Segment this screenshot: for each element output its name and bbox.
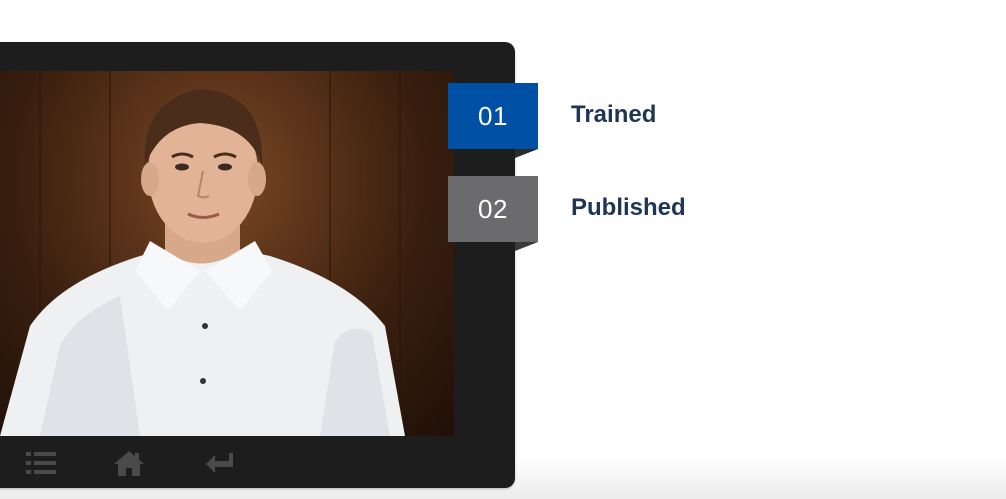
- presenter-video[interactable]: [0, 71, 454, 436]
- tablet-frame: [0, 42, 515, 488]
- step-01-badge[interactable]: 01: [448, 83, 538, 158]
- home-icon[interactable]: [112, 449, 146, 477]
- step-01-number: 01: [448, 83, 538, 149]
- step-02-badge[interactable]: 02: [448, 176, 538, 251]
- menu-list-icon[interactable]: [24, 449, 58, 477]
- return-icon[interactable]: [203, 449, 237, 477]
- step-02-fold: [515, 242, 538, 251]
- step-02-label[interactable]: Published: [571, 194, 686, 222]
- step-01-label[interactable]: Trained: [571, 101, 656, 129]
- player-toolbar: [0, 437, 495, 488]
- presenter-illustration: [0, 71, 405, 436]
- step-02-number: 02: [448, 176, 538, 242]
- step-01-fold: [515, 149, 538, 158]
